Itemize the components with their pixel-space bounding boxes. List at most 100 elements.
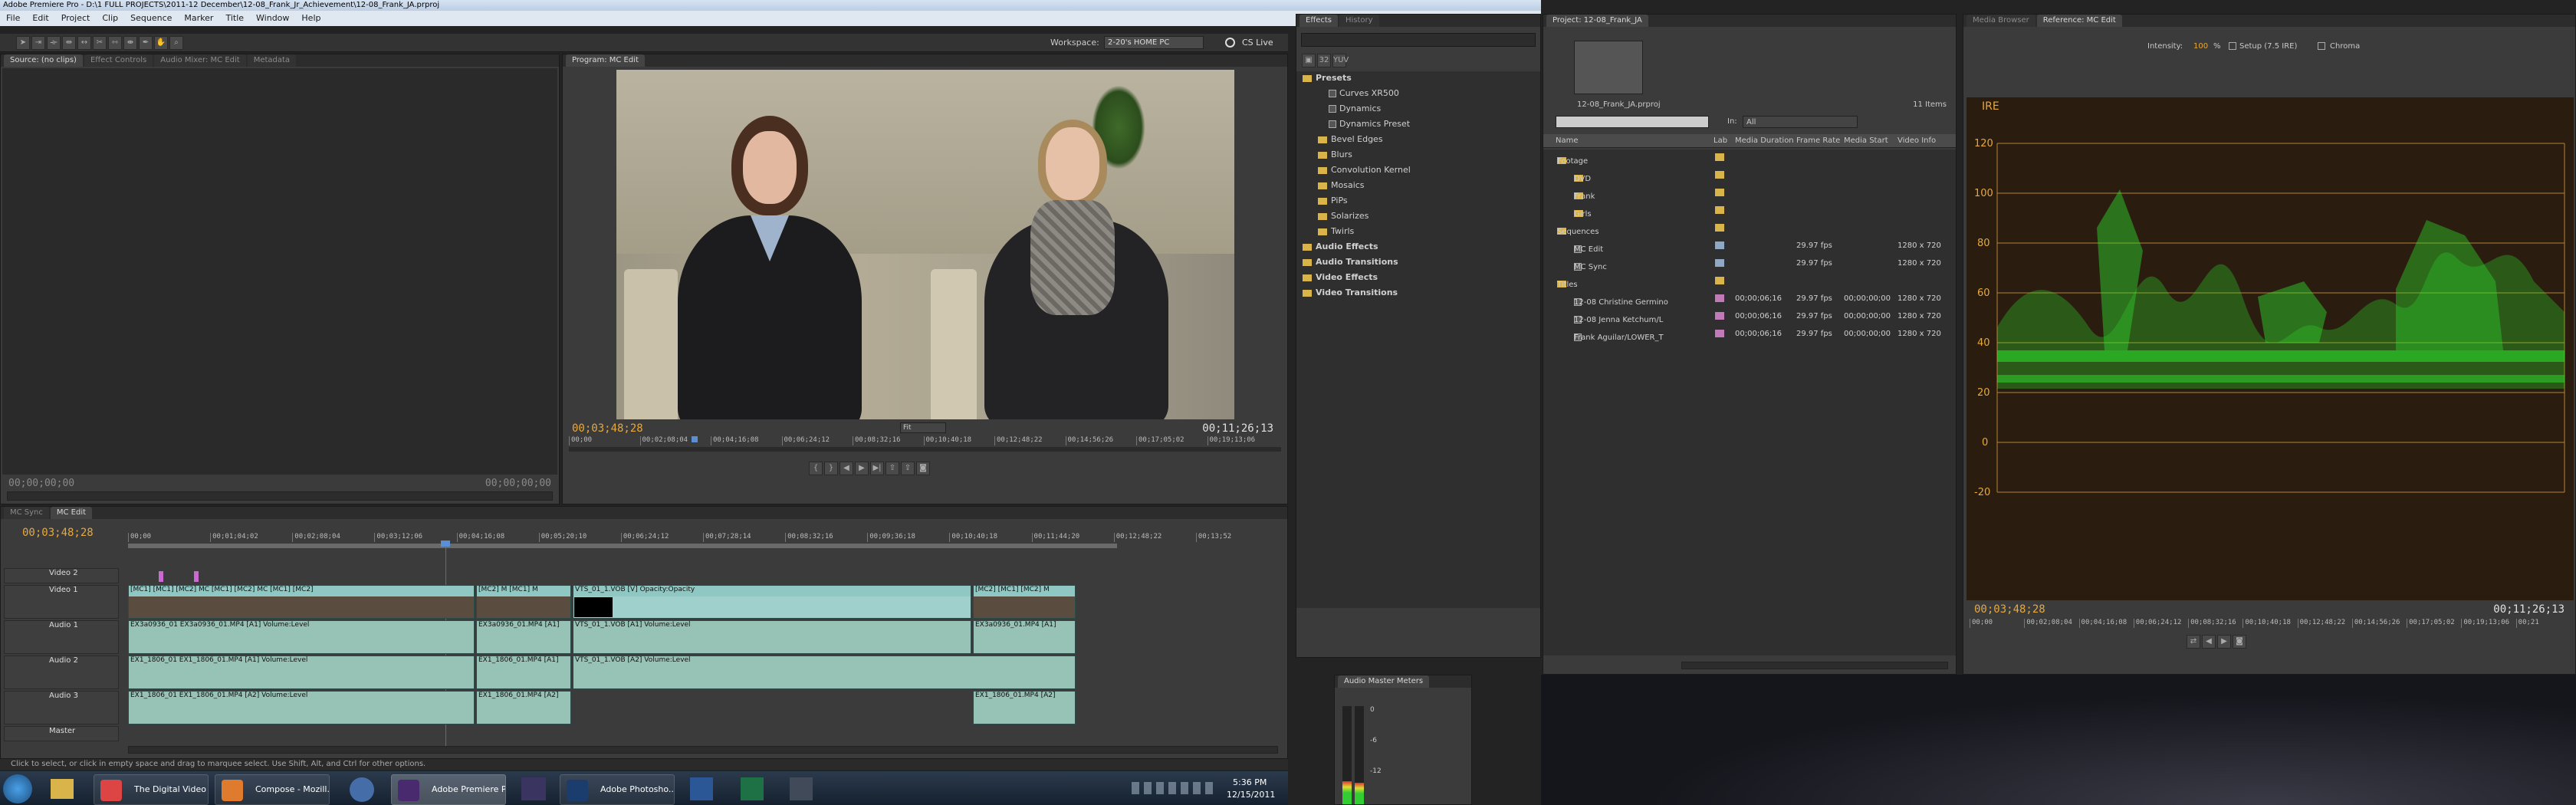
effect-twirls[interactable]: Twirls [1318, 226, 1354, 236]
taskbar-premiere[interactable]: Adobe Premiere P... [391, 774, 506, 805]
start-button[interactable] [3, 774, 32, 803]
intensity-value[interactable]: 100 [2193, 42, 2208, 51]
project-row-mc-edit[interactable]: MC Edit 29.97 fps 1280 x 720 [1543, 238, 1956, 255]
menu-title[interactable]: Title [219, 11, 250, 26]
project-row-title-jenna[interactable]: 12-08 Jenna Ketchum/L 00;00;06;16 29.97 fp… [1543, 308, 1956, 326]
workspace-select[interactable]: 2-20's HOME PC [1104, 36, 1204, 49]
clip-a1-b[interactable]: EX3a0936_01.MP4 [A1] [476, 620, 571, 654]
effect-pips[interactable]: PiPs [1318, 196, 1348, 205]
col-label[interactable]: Lab [1714, 136, 1727, 145]
clip-v1-mc-a[interactable]: [MC1] [MC1] [MC2] MC [MC1] [MC2] MC [MC1… [128, 585, 475, 619]
ripple-edit-tool-icon[interactable]: ⟛ [47, 36, 61, 50]
mark-out-button[interactable]: } [824, 462, 838, 475]
taskbar-lightroom[interactable] [790, 777, 813, 800]
clip-a1-d[interactable]: EX3a0936_01.MP4 [A1] [973, 620, 1076, 654]
taskbar-excel[interactable] [741, 777, 764, 800]
play-button[interactable]: ▶ [855, 462, 869, 475]
program-playhead-marker[interactable] [692, 436, 698, 442]
track-video-2[interactable]: Video 2 [4, 568, 119, 583]
track-master[interactable]: Master [4, 726, 119, 741]
effect-blurs[interactable]: Blurs [1318, 150, 1352, 159]
project-row-titles[interactable]: Titles [1543, 273, 1956, 291]
clip-a2-a[interactable]: EX1_1806_01 EX1_1806_01.MP4 [A1] Volume:… [128, 656, 475, 689]
lift-button[interactable]: ⇧ [886, 462, 899, 475]
effect-solarizes[interactable]: Solarizes [1318, 211, 1368, 221]
rolling-edit-tool-icon[interactable]: ⇹ [62, 36, 76, 50]
tab-reference[interactable]: Reference: MC Edit [2036, 15, 2122, 27]
project-row-title-frank[interactable]: Frank Aguilar/LOWER_T 00;00;06;16 29.97 fp… [1543, 326, 1956, 343]
track-select-tool-icon[interactable]: ⇥ [31, 36, 45, 50]
tab-source[interactable]: Source: (no clips) [4, 54, 83, 67]
reference-ruler[interactable]: 00;00 00;02;08;04 00;04;16;08 00;06;24;12 00… [1970, 619, 2571, 628]
tab-audio-mixer[interactable]: Audio Mixer: MC Edit [154, 54, 246, 67]
col-media-duration[interactable]: Media Duration [1735, 136, 1794, 145]
col-video-info[interactable]: Video Info [1898, 136, 1936, 145]
extract-button[interactable]: ⇪ [901, 462, 915, 475]
clip-a3-a[interactable]: EX1_1806_01 EX1_1806_01.MP4 [A2] Volume:… [128, 691, 475, 724]
project-row-frank[interactable]: Frank [1543, 185, 1956, 202]
rate-stretch-tool-icon[interactable]: ↔ [77, 36, 91, 50]
effect-convolution-kernel[interactable]: Convolution Kernel [1318, 165, 1411, 175]
effect-bevel-edges[interactable]: Bevel Edges [1318, 134, 1383, 144]
menu-marker[interactable]: Marker [178, 11, 219, 26]
menu-window[interactable]: Window [250, 11, 295, 26]
cs-live-label[interactable]: CS Live [1242, 38, 1273, 48]
setup-checkbox[interactable] [2229, 42, 2236, 50]
effect-video-effects[interactable]: Video Effects [1303, 272, 1378, 282]
clip-v1-mc-d[interactable]: [MC2] [MC1] [MC2] M [973, 585, 1076, 619]
reference-timecode-left[interactable]: 00;03;48;28 [1974, 603, 2045, 616]
yuv-effects-icon[interactable]: YUV [1332, 54, 1349, 67]
pen-tool-icon[interactable]: ✒ [139, 36, 153, 50]
effects-search[interactable] [1301, 33, 1536, 47]
taskbar-firefox-alt[interactable] [350, 777, 374, 802]
tab-mc-sync[interactable]: MC Sync [4, 507, 49, 519]
tab-mc-edit[interactable]: MC Edit [50, 507, 93, 519]
effect-video-transitions[interactable]: Video Transitions [1303, 288, 1398, 297]
clip-v1-mc-b[interactable]: [MC2] M [MC1] M [476, 585, 571, 619]
project-in-select[interactable]: All [1743, 116, 1858, 128]
project-row-title-christine[interactable]: 12-08 Christine Germino 00;00;06;16 29.97 … [1543, 291, 1956, 308]
clip-a3-c[interactable]: EX1_1806_01.MP4 [A2] [973, 691, 1076, 724]
timeline-timecode[interactable]: 00;03;48;28 [22, 527, 94, 539]
menu-project[interactable]: Project [55, 11, 97, 26]
clip-a2-c[interactable]: VTS_01_1.VOB [A2] Volume:Level [573, 656, 1076, 689]
ref-step-forward-button[interactable]: ▶ [2217, 635, 2231, 649]
clip-a1-a[interactable]: EX3a0936_01 EX3a0936_01.MP4 [A1] Volume:… [128, 620, 475, 654]
menu-sequence[interactable]: Sequence [124, 11, 178, 26]
effect-audio-transitions[interactable]: Audio Transitions [1303, 257, 1398, 267]
project-footer-scrollbar[interactable] [1681, 662, 1948, 669]
effect-curves[interactable]: Curves XR500 [1329, 88, 1399, 98]
work-area-bar[interactable] [128, 544, 1117, 548]
tab-audio-master-meters[interactable]: Audio Master Meters [1338, 675, 1430, 688]
program-fit-select[interactable]: Fit [900, 422, 946, 433]
track-audio-3[interactable]: Audio 3 [4, 691, 119, 724]
effect-presets[interactable]: Presets [1303, 73, 1352, 83]
project-row-girls[interactable]: Girls [1543, 202, 1956, 220]
selection-tool-icon[interactable]: ➤ [16, 36, 30, 50]
taskbar-photoshop[interactable]: Adobe Photosho... [560, 774, 675, 805]
tab-history[interactable]: History [1339, 15, 1379, 27]
32bit-effects-icon[interactable]: 32 [1317, 54, 1331, 67]
ref-gang-button[interactable]: ⇄ [2187, 635, 2200, 649]
clip-a1-c[interactable]: VTS_01_1.VOB [A1] Volume:Level [573, 620, 971, 654]
ref-step-back-button[interactable]: ◀ [2202, 635, 2216, 649]
project-row-sequences[interactable]: Sequences [1543, 220, 1956, 238]
zoom-tool-icon[interactable]: ⌕ [169, 36, 183, 50]
menu-file[interactable]: File [0, 11, 26, 26]
export-frame-button[interactable]: ◙ [916, 462, 930, 475]
source-scrubber[interactable] [7, 491, 553, 501]
taskbar-word[interactable] [690, 777, 713, 800]
track-video-1[interactable]: Video 1 [4, 585, 119, 619]
tab-project[interactable]: Project: 12-08_Frank_JA [1546, 15, 1648, 27]
effect-audio-effects[interactable]: Audio Effects [1303, 242, 1378, 251]
accelerated-effects-icon[interactable]: ▣ [1302, 54, 1316, 67]
clock-time[interactable]: 5:36 PM [1233, 777, 1267, 787]
program-timecode-current[interactable]: 00;03;48;28 [572, 422, 643, 435]
clip-a3-b[interactable]: EX1_1806_01.MP4 [A2] [476, 691, 571, 724]
tab-media-browser[interactable]: Media Browser [1967, 15, 2036, 27]
explorer-taskbar-icon[interactable] [51, 779, 74, 799]
project-search[interactable] [1556, 116, 1709, 128]
cs-live-icon[interactable] [1225, 38, 1235, 48]
chroma-checkbox[interactable] [2318, 42, 2325, 50]
taskbar-after-effects[interactable] [521, 777, 546, 800]
